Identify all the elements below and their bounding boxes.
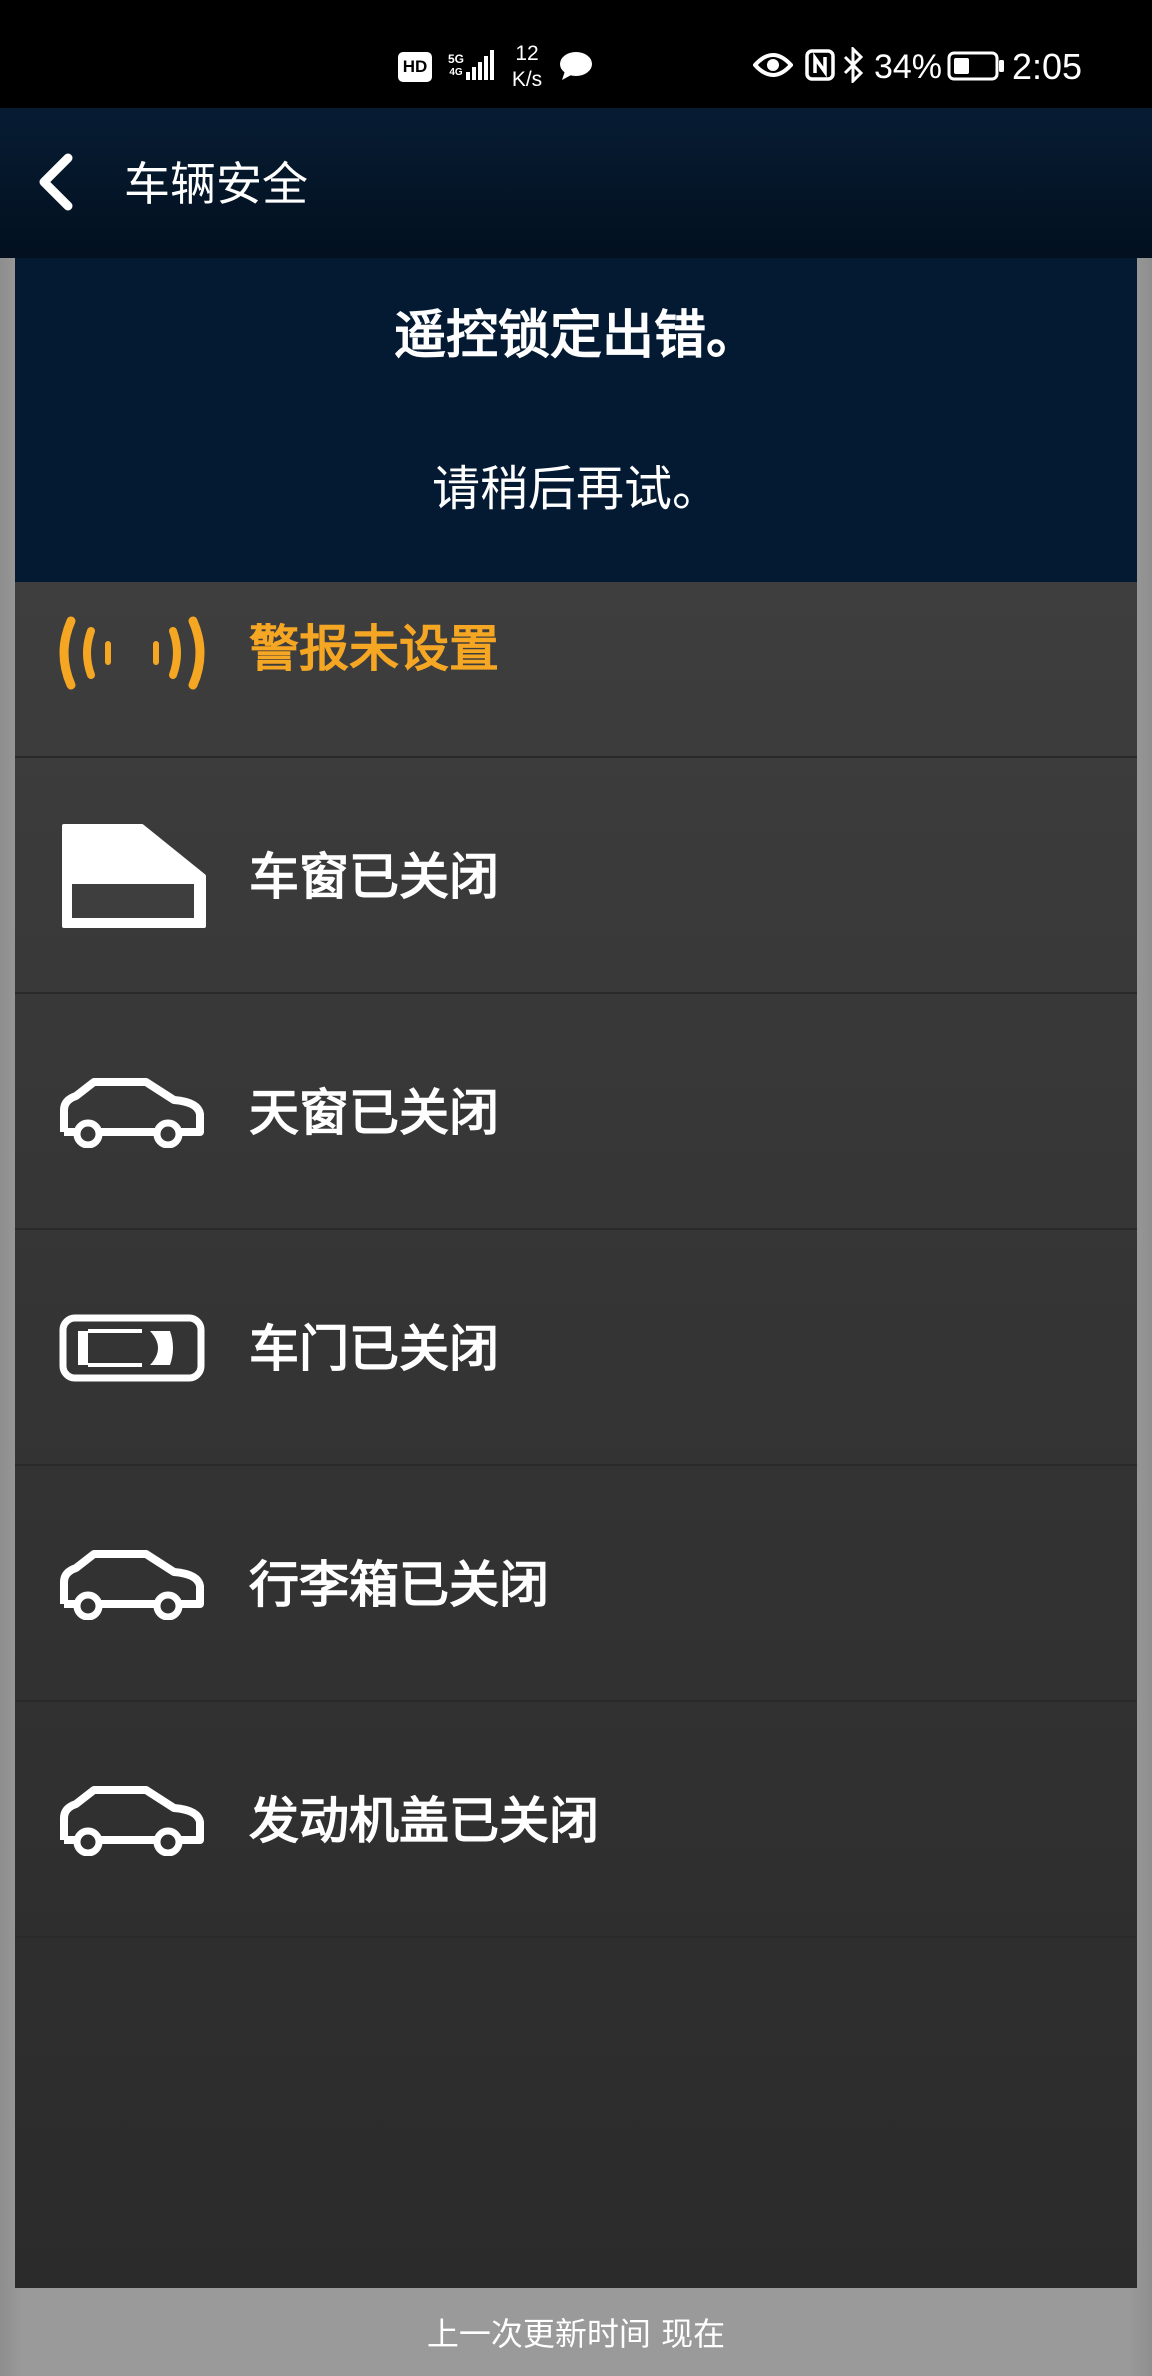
bluetooth-icon bbox=[842, 46, 866, 84]
error-banner: 遥控锁定出错。 请稍后再试。 bbox=[15, 258, 1137, 582]
car-door-icon bbox=[57, 1293, 207, 1403]
last-update-footer: 上一次更新时间 现在 bbox=[426, 2315, 726, 2353]
chat-bubble-icon bbox=[558, 50, 594, 82]
network-5g-label: 5G bbox=[447, 52, 464, 66]
window-icon bbox=[57, 821, 207, 931]
app-bar: 车辆安全 bbox=[0, 108, 1152, 258]
vehicle-status-list: 警报未设置 车窗已关闭 天窗已关闭 车门已关闭 行李箱已关闭 发动机盖已关闭 bbox=[15, 582, 1137, 1938]
car-trunk-icon bbox=[57, 1529, 207, 1639]
eye-icon bbox=[752, 50, 794, 80]
hood-status-label: 发动机盖已关闭 bbox=[249, 1792, 599, 1850]
speed-unit: K/s bbox=[511, 68, 543, 91]
battery-percent: 34% bbox=[873, 47, 943, 86]
hd-badge: HD bbox=[398, 52, 432, 82]
network-sub-label: 4G bbox=[449, 67, 463, 78]
doors-status-label: 车门已关闭 bbox=[249, 1320, 499, 1378]
car-sunroof-icon bbox=[57, 1057, 207, 1167]
status-row-doors: 车门已关闭 bbox=[15, 1230, 1137, 1466]
car-hood-icon bbox=[57, 1765, 207, 1875]
trunk-status-label: 行李箱已关闭 bbox=[249, 1556, 549, 1614]
network-speed: 12 K/s bbox=[506, 40, 548, 94]
status-bar: HD 5G 4G 12 K/s 34% 2:05 bbox=[0, 0, 1152, 108]
error-title: 遥控锁定出错。 bbox=[393, 306, 758, 366]
status-row-trunk: 行李箱已关闭 bbox=[15, 1466, 1137, 1702]
nfc-icon bbox=[804, 48, 836, 82]
status-row-sunroof: 天窗已关闭 bbox=[15, 994, 1137, 1230]
status-row-windows: 车窗已关闭 bbox=[15, 758, 1137, 994]
alarm-signal-icon bbox=[57, 608, 207, 698]
back-button[interactable] bbox=[18, 146, 94, 222]
error-message: 请稍后再试。 bbox=[431, 461, 720, 517]
page-title: 车辆安全 bbox=[124, 157, 308, 211]
windows-status-label: 车窗已关闭 bbox=[249, 848, 499, 906]
sunroof-status-label: 天窗已关闭 bbox=[249, 1084, 499, 1142]
status-row-hood: 发动机盖已关闭 bbox=[15, 1702, 1137, 1938]
chevron-left-icon bbox=[36, 152, 76, 216]
clock: 2:05 bbox=[1012, 46, 1083, 87]
alarm-status-label: 警报未设置 bbox=[249, 620, 499, 678]
speed-value: 12 bbox=[515, 42, 539, 65]
signal-icon bbox=[466, 48, 494, 82]
battery-icon bbox=[946, 50, 1006, 82]
status-row-alarm: 警报未设置 bbox=[15, 582, 1137, 758]
